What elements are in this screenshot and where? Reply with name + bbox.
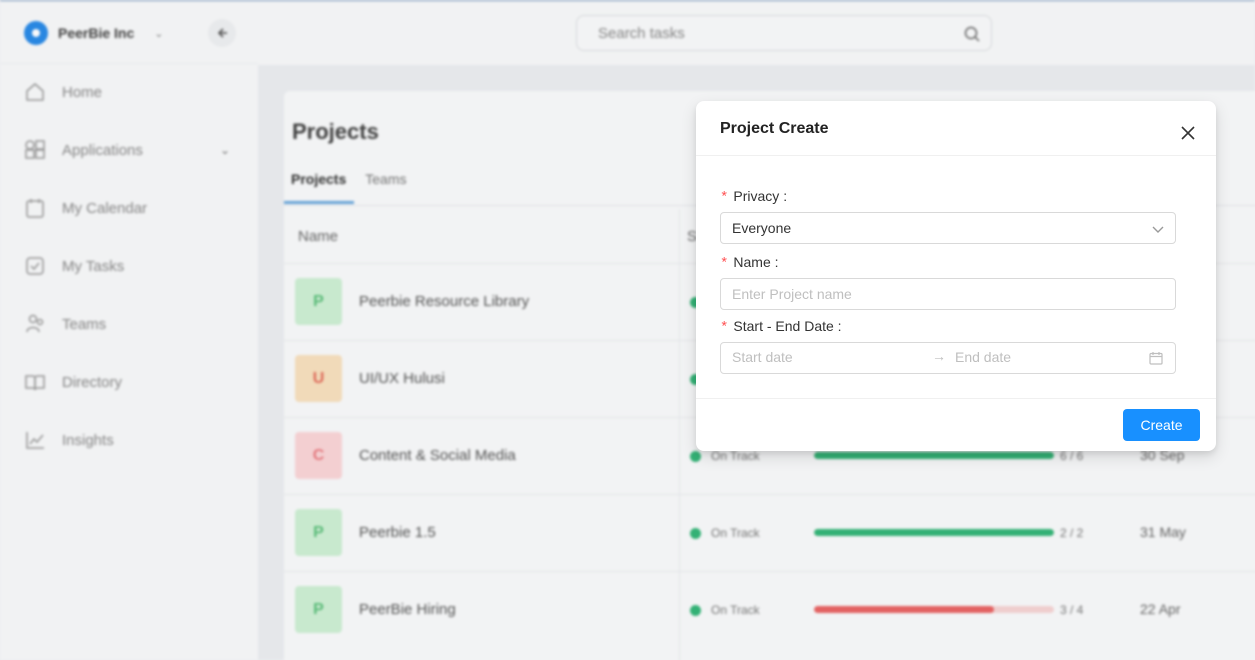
modal-header-divider — [696, 155, 1216, 156]
close-button[interactable] — [1178, 123, 1198, 143]
name-label-text: Name — [733, 254, 771, 270]
project-create-modal: Project Create * Privacy : Everyone * Name… — [696, 101, 1216, 451]
modal-footer-divider — [696, 398, 1216, 399]
required-mark: * — [720, 320, 729, 336]
required-mark: * — [720, 256, 729, 272]
create-button[interactable]: Create — [1123, 409, 1200, 441]
project-name-input[interactable]: Enter Project name — [720, 278, 1176, 310]
privacy-label: * Privacy : — [720, 188, 788, 206]
project-name-placeholder: Enter Project name — [732, 286, 852, 302]
required-mark: * — [720, 190, 729, 206]
modal-title: Project Create — [720, 120, 829, 137]
end-date-input[interactable]: End date — [955, 349, 1011, 365]
chevron-down-icon — [1152, 226, 1164, 233]
date-label: * Start - End Date : — [720, 318, 842, 336]
name-label: * Name : — [720, 254, 779, 272]
privacy-value: Everyone — [732, 220, 792, 236]
range-arrow-icon: → — [932, 348, 946, 364]
privacy-label-text: Privacy — [733, 188, 780, 204]
start-date-input[interactable]: Start date — [732, 349, 793, 365]
privacy-select[interactable]: Everyone — [720, 212, 1176, 244]
close-icon — [1181, 126, 1195, 140]
date-label-text: Start - End Date — [733, 318, 834, 334]
calendar-icon — [1149, 352, 1163, 365]
date-range-picker[interactable]: Start date → End date — [720, 342, 1176, 374]
